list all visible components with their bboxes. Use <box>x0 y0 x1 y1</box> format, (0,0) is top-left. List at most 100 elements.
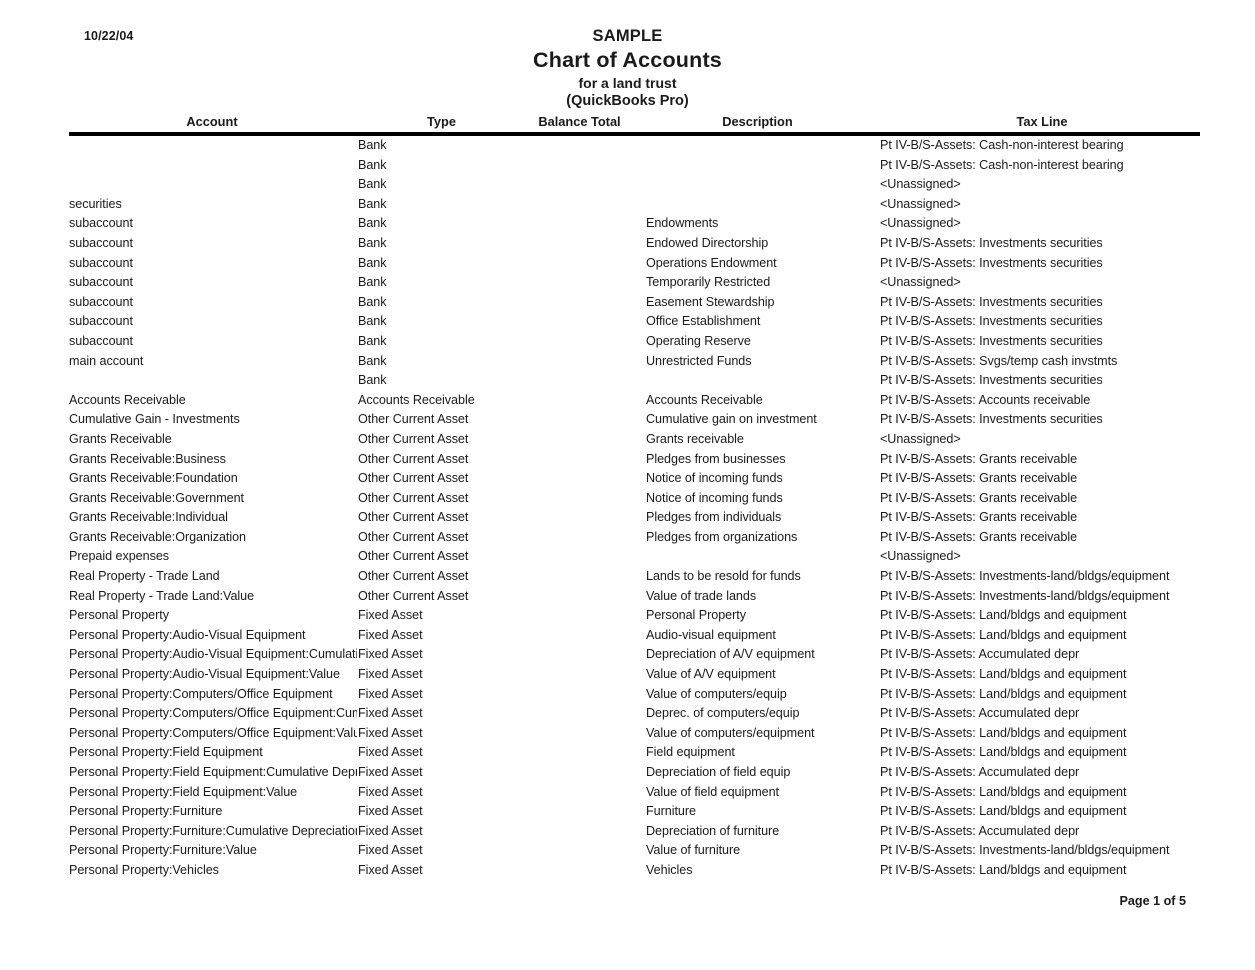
cell-type: Bank <box>358 157 387 172</box>
table-row[interactable]: subaccount Bank Easement Stewardship Pt IV-… <box>69 293 1200 313</box>
cell-tax-line: Pt IV-B/S-Assets: Investments-land/bldgs… <box>880 569 1170 584</box>
table-row[interactable]: Cumulative Gain - Investments Other Curre… <box>69 410 1200 430</box>
cell-type: Bank <box>358 314 387 329</box>
cell-account: subaccount <box>69 255 133 270</box>
cell-description: Endowed Directorship <box>646 235 769 250</box>
table-row[interactable]: Personal Property:Furniture:Value Fixed A… <box>69 841 1200 861</box>
cell-balance <box>520 685 639 705</box>
cell-account <box>69 134 357 156</box>
cell-balance <box>520 547 639 567</box>
table-row[interactable]: subaccount Bank Office Establishment Pt IV-… <box>69 312 1200 332</box>
cell-account: Accounts Receivable <box>69 392 186 407</box>
cell-balance <box>520 489 639 509</box>
cell-account: Personal Property:Computers/Office Equip… <box>69 686 333 701</box>
cell-description: Pledges from businesses <box>646 451 786 466</box>
cell-type: Fixed Asset <box>358 627 423 642</box>
table-row[interactable]: subaccount Bank Operating Reserve Pt IV-B/S… <box>69 332 1200 352</box>
cell-account <box>69 175 357 195</box>
cell-tax-line: <Unassigned> <box>880 177 961 192</box>
table-row[interactable]: Personal Property:Furniture Fixed Asset Fu… <box>69 802 1200 822</box>
table-row[interactable]: Bank <Unassigned> <box>69 175 1200 195</box>
cell-description: Lands to be resold for funds <box>646 569 801 584</box>
cell-type: Bank <box>358 177 387 192</box>
chart-of-accounts-table: Account Type Balance Total Description T… <box>69 114 1200 881</box>
cell-tax-line: Pt IV-B/S-Assets: Investments securities <box>880 255 1103 270</box>
cell-tax-line: <Unassigned> <box>880 549 961 564</box>
cell-type: Fixed Asset <box>358 862 423 877</box>
table-row[interactable]: securities Bank <Unassigned> <box>69 195 1200 215</box>
table-row[interactable]: Personal Property:Computers/Office Equip… <box>69 685 1200 705</box>
cell-type: Fixed Asset <box>358 823 423 838</box>
cell-type: Accounts Receivable <box>358 392 475 407</box>
cell-account: Personal Property:Computers/Office Equip… <box>69 725 357 740</box>
table-row[interactable]: Bank Pt IV-B/S-Assets: Cash-non-interest … <box>69 156 1200 176</box>
table-row[interactable]: Personal Property:Field Equipment:Value F… <box>69 783 1200 803</box>
table-row[interactable]: Grants Receivable Other Current Asset Gran… <box>69 430 1200 450</box>
cell-balance <box>520 430 639 450</box>
cell-tax-line: Pt IV-B/S-Assets: Land/bldgs and equipme… <box>880 686 1127 701</box>
cell-account: subaccount <box>69 216 133 231</box>
table-row[interactable]: subaccount Bank Endowed Directorship Pt IV-… <box>69 234 1200 254</box>
cell-account: Personal Property:Audio-Visual Equipment… <box>69 647 357 662</box>
table-row[interactable]: Grants Receivable:Individual Other Curren… <box>69 508 1200 528</box>
cell-tax-line: Pt IV-B/S-Assets: Svgs/temp cash invstmt… <box>880 353 1118 368</box>
table-row[interactable]: Bank Pt IV-B/S-Assets: Cash-non-interest … <box>69 134 1200 156</box>
cell-type: Fixed Asset <box>358 686 423 701</box>
cell-balance <box>520 134 639 156</box>
table-row[interactable]: Grants Receivable:Government Other Curren… <box>69 489 1200 509</box>
table-header: Account Type Balance Total Description T… <box>69 114 1200 136</box>
column-header-tax-line: Tax Line <box>862 114 1200 136</box>
cell-balance <box>520 841 639 861</box>
cell-description: Value of computers/equip <box>646 686 787 701</box>
cell-account: Cumulative Gain - Investments <box>69 412 240 427</box>
cell-description: Notice of incoming funds <box>646 490 783 505</box>
table-row[interactable]: subaccount Bank Endowments <Unassigned> <box>69 214 1200 234</box>
cell-type: Fixed Asset <box>358 784 423 799</box>
table-row[interactable]: Personal Property:Furniture:Cumulative D… <box>69 822 1200 842</box>
cell-tax-line: <Unassigned> <box>880 216 961 231</box>
cell-description: Pledges from organizations <box>646 529 798 544</box>
table-row[interactable]: Personal Property:Vehicles Fixed Asset Veh… <box>69 861 1200 881</box>
cell-tax-line: Pt IV-B/S-Assets: Land/bldgs and equipme… <box>880 627 1127 642</box>
table-row[interactable]: Real Property - Trade Land Other Current … <box>69 567 1200 587</box>
cell-type: Bank <box>358 373 387 388</box>
table-row[interactable]: Prepaid expenses Other Current Asset <Unas… <box>69 547 1200 567</box>
cell-description: Depreciation of A/V equipment <box>646 647 815 662</box>
cell-type: Bank <box>358 216 387 231</box>
cell-account: Prepaid expenses <box>69 549 170 564</box>
cell-description: Personal Property <box>646 608 746 623</box>
table-row[interactable]: subaccount Bank Temporarily Restricted <Una… <box>69 273 1200 293</box>
table-row[interactable]: Grants Receivable:Organization Other Curr… <box>69 528 1200 548</box>
cell-tax-line: <Unassigned> <box>880 196 961 211</box>
cell-type: Other Current Asset <box>358 490 469 505</box>
table-row[interactable]: Real Property - Trade Land:Value Other Cu… <box>69 587 1200 607</box>
cell-description: Easement Stewardship <box>646 294 775 309</box>
table-row[interactable]: main account Bank Unrestricted Funds Pt IV-… <box>69 352 1200 372</box>
table-row[interactable]: Grants Receivable:Foundation Other Curren… <box>69 469 1200 489</box>
cell-balance <box>520 802 639 822</box>
cell-description: Value of field equipment <box>646 784 779 799</box>
table-row[interactable]: Grants Receivable:Business Other Current … <box>69 450 1200 470</box>
table-row[interactable]: subaccount Bank Operations Endowment Pt IV-… <box>69 254 1200 274</box>
table-row[interactable]: Personal Property:Audio-Visual Equipment… <box>69 645 1200 665</box>
table-row[interactable]: Personal Property:Audio-Visual Equipment… <box>69 665 1200 685</box>
table-row[interactable]: Personal Property:Computers/Office Equip… <box>69 704 1200 724</box>
cell-balance <box>520 469 639 489</box>
table-row[interactable]: Personal Property Fixed Asset Personal Pro… <box>69 606 1200 626</box>
cell-account: subaccount <box>69 235 133 250</box>
table-row[interactable]: Personal Property:Computers/Office Equip… <box>69 724 1200 744</box>
cell-tax-line: Pt IV-B/S-Assets: Accumulated depr <box>880 706 1080 721</box>
table-row[interactable]: Personal Property:Field Equipment:Cumula… <box>69 763 1200 783</box>
cell-balance <box>520 195 639 215</box>
cell-description: Temporarily Restricted <box>646 275 771 290</box>
cell-description: Depreciation of furniture <box>646 823 780 838</box>
cell-description: Cumulative gain on investment <box>646 412 817 427</box>
table-row[interactable]: Bank Pt IV-B/S-Assets: Investments securi… <box>69 371 1200 391</box>
table-row[interactable]: Accounts Receivable Accounts Receivable Ac… <box>69 391 1200 411</box>
table-row[interactable]: Personal Property:Field Equipment Fixed A… <box>69 743 1200 763</box>
cell-account: Personal Property:Furniture:Value <box>69 843 257 858</box>
cell-tax-line: Pt IV-B/S-Assets: Accounts receivable <box>880 392 1091 407</box>
cell-description: Operations Endowment <box>646 255 777 270</box>
cell-account <box>69 156 357 176</box>
table-row[interactable]: Personal Property:Audio-Visual Equipment… <box>69 626 1200 646</box>
